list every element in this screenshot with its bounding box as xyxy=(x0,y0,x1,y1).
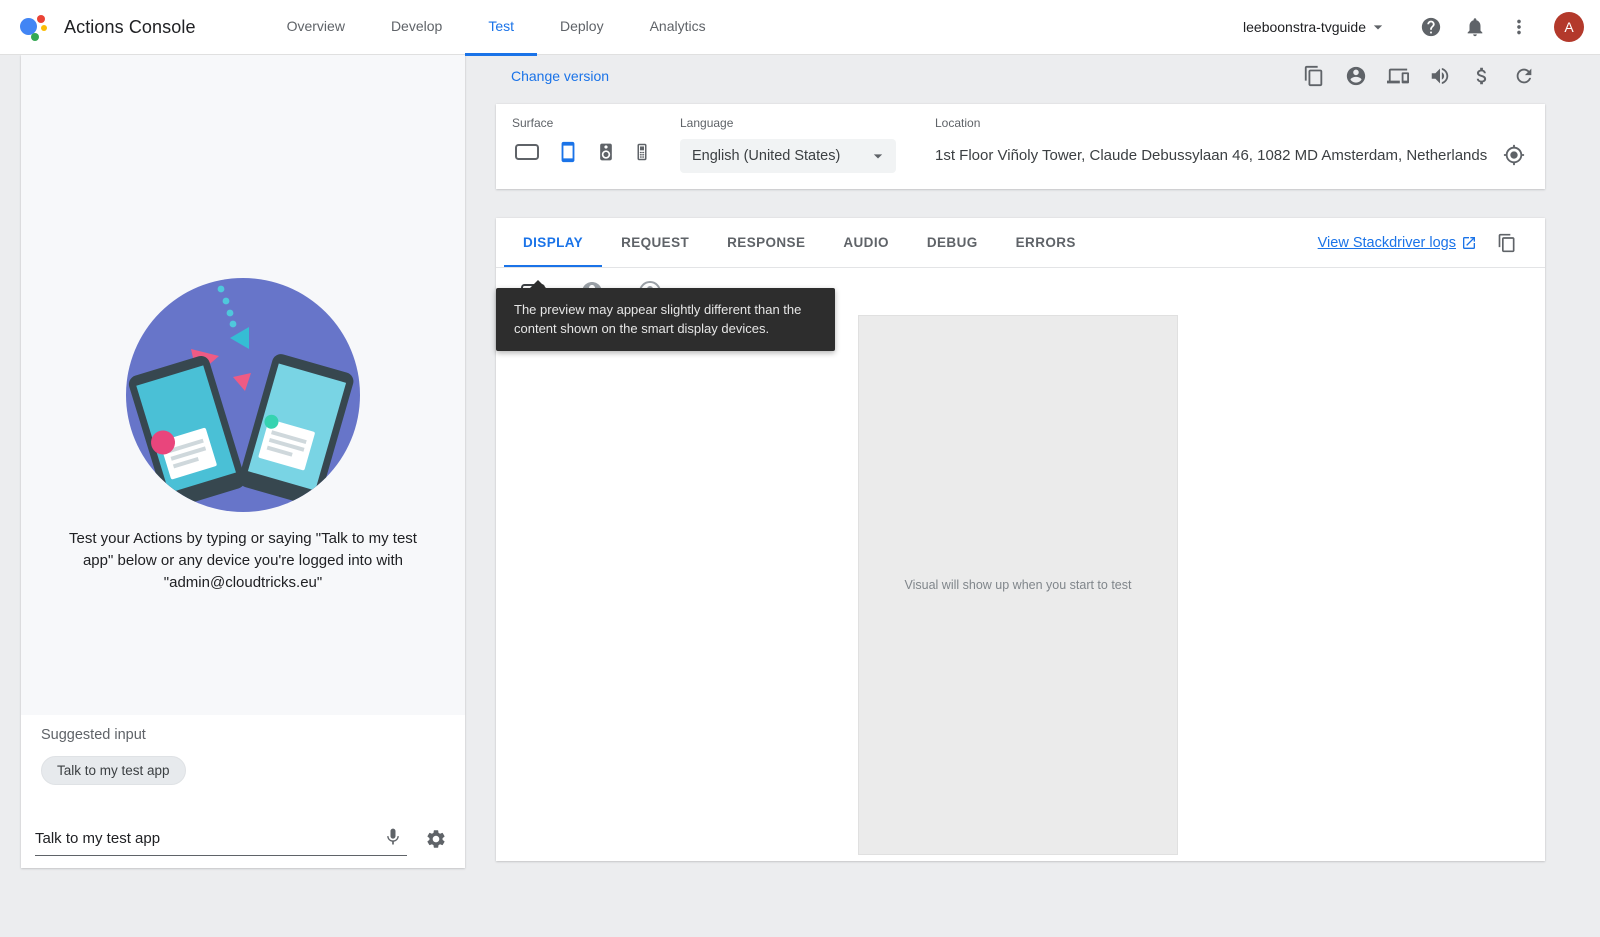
stackdriver-logs-label: View Stackdriver logs xyxy=(1318,235,1456,251)
surface-icons xyxy=(512,139,680,165)
suggestion-chip[interactable]: Talk to my test app xyxy=(41,756,186,785)
devices-button[interactable] xyxy=(1381,59,1415,93)
nav-overview[interactable]: Overview xyxy=(264,0,368,56)
logo-dot-green xyxy=(31,33,39,41)
open-in-new-icon xyxy=(1461,235,1477,251)
set-location-button[interactable] xyxy=(1501,142,1527,168)
help-button[interactable] xyxy=(1414,10,1448,44)
project-name: leeboonstra-tvguide xyxy=(1243,19,1366,35)
output-card: DISPLAY REQUEST RESPONSE AUDIO DEBUG ERR… xyxy=(496,218,1545,861)
project-selector[interactable]: leeboonstra-tvguide xyxy=(1239,11,1392,43)
nav-deploy[interactable]: Deploy xyxy=(537,0,627,56)
tab-response[interactable]: RESPONSE xyxy=(708,218,824,267)
display-tab-content: The preview may appear slightly differen… xyxy=(496,268,1545,860)
billing-button[interactable] xyxy=(1465,59,1499,93)
nav-analytics[interactable]: Analytics xyxy=(627,0,729,56)
copy-conversation-button[interactable] xyxy=(1297,59,1331,93)
preview-tooltip: The preview may appear slightly differen… xyxy=(496,288,835,351)
test-area: Change version xyxy=(496,55,1545,861)
suggested-input-label: Suggested input xyxy=(41,727,146,743)
smartphone-icon xyxy=(557,141,579,163)
logo-dot-yellow xyxy=(41,25,47,31)
refresh-button[interactable] xyxy=(1507,59,1541,93)
nav-test[interactable]: Test xyxy=(465,0,537,56)
right-toolbar: Change version xyxy=(496,55,1545,104)
copy-icon xyxy=(1303,65,1325,87)
tab-errors[interactable]: ERRORS xyxy=(997,218,1095,267)
my-location-icon xyxy=(1503,144,1525,166)
copy-display-button[interactable] xyxy=(1491,227,1523,259)
speaker-icon xyxy=(596,142,616,162)
help-icon xyxy=(1420,16,1442,38)
user-avatar[interactable]: A xyxy=(1554,12,1584,42)
visual-preview-area: Visual will show up when you start to te… xyxy=(858,315,1178,855)
tab-row-right: View Stackdriver logs xyxy=(1318,218,1545,267)
copy-icon xyxy=(1497,233,1517,253)
location-value[interactable]: 1st Floor Viñoly Tower, Claude Debussyla… xyxy=(935,139,1529,164)
mic-button[interactable] xyxy=(379,823,407,851)
surface-phone-button[interactable] xyxy=(555,139,581,165)
surface-speaker-button[interactable] xyxy=(594,140,618,164)
stackdriver-logs-link[interactable]: View Stackdriver logs xyxy=(1318,235,1477,251)
more-menu-button[interactable] xyxy=(1502,10,1536,44)
dollar-icon xyxy=(1471,65,1493,87)
output-tabs: DISPLAY REQUEST RESPONSE AUDIO DEBUG ERR… xyxy=(496,218,1545,268)
language-column: Language English (United States) xyxy=(680,116,935,177)
simulator-input-row xyxy=(35,823,451,856)
surface-settings-card: Surface xyxy=(496,104,1545,189)
language-value: English (United States) xyxy=(692,148,840,164)
location-label: Location xyxy=(935,116,1529,130)
main-nav: Overview Develop Test Deploy Analytics xyxy=(264,0,729,55)
surface-smart-display-button[interactable] xyxy=(512,139,542,165)
language-label: Language xyxy=(680,116,935,130)
refresh-icon xyxy=(1513,65,1535,87)
tooltip-arrow xyxy=(530,280,546,288)
location-column: Location 1st Floor Viñoly Tower, Claude … xyxy=(935,116,1529,177)
tab-request[interactable]: REQUEST xyxy=(602,218,708,267)
toolbar-icons xyxy=(1297,59,1541,93)
notifications-button[interactable] xyxy=(1458,10,1492,44)
simulator-intro-area: Test your Actions by typing or saying "T… xyxy=(21,55,465,715)
simulator-intro-text: Test your Actions by typing or saying "T… xyxy=(57,528,429,594)
tab-debug[interactable]: DEBUG xyxy=(908,218,997,267)
phones-illustration xyxy=(125,277,361,513)
surface-column: Surface xyxy=(512,116,680,177)
simulator-input[interactable] xyxy=(35,826,379,851)
gear-icon xyxy=(425,828,447,850)
keypad-phone-icon xyxy=(633,142,651,162)
tooltip-text: The preview may appear slightly differen… xyxy=(514,302,801,336)
assistant-logo-icon[interactable] xyxy=(20,12,50,42)
nav-develop[interactable]: Develop xyxy=(368,0,465,56)
simulator-settings-button[interactable] xyxy=(421,824,451,854)
app-header: Actions Console Overview Develop Test De… xyxy=(0,0,1600,55)
simulator-input-underline xyxy=(35,823,407,856)
logo-dot-red xyxy=(37,15,45,23)
mic-icon xyxy=(383,827,403,847)
volume-icon xyxy=(1429,65,1451,87)
kebab-menu-icon xyxy=(1508,16,1530,38)
tab-display[interactable]: DISPLAY xyxy=(504,218,602,267)
chevron-down-icon xyxy=(1368,17,1388,37)
smart-display-icon xyxy=(514,141,540,163)
header-right: leeboonstra-tvguide A xyxy=(1239,10,1584,44)
tab-audio[interactable]: AUDIO xyxy=(824,218,908,267)
change-version-link[interactable]: Change version xyxy=(511,68,609,84)
account-settings-button[interactable] xyxy=(1339,59,1373,93)
devices-icon xyxy=(1387,65,1409,87)
surface-label: Surface xyxy=(512,116,680,130)
app-title: Actions Console xyxy=(64,17,196,38)
volume-button[interactable] xyxy=(1423,59,1457,93)
notifications-icon xyxy=(1464,16,1486,38)
simulator-panel: Test your Actions by typing or saying "T… xyxy=(21,55,465,868)
visual-placeholder-text: Visual will show up when you start to te… xyxy=(905,578,1132,592)
chevron-down-icon xyxy=(868,146,888,166)
language-select[interactable]: English (United States) xyxy=(680,139,896,173)
surface-feature-phone-button[interactable] xyxy=(631,140,653,164)
account-icon xyxy=(1345,65,1367,87)
